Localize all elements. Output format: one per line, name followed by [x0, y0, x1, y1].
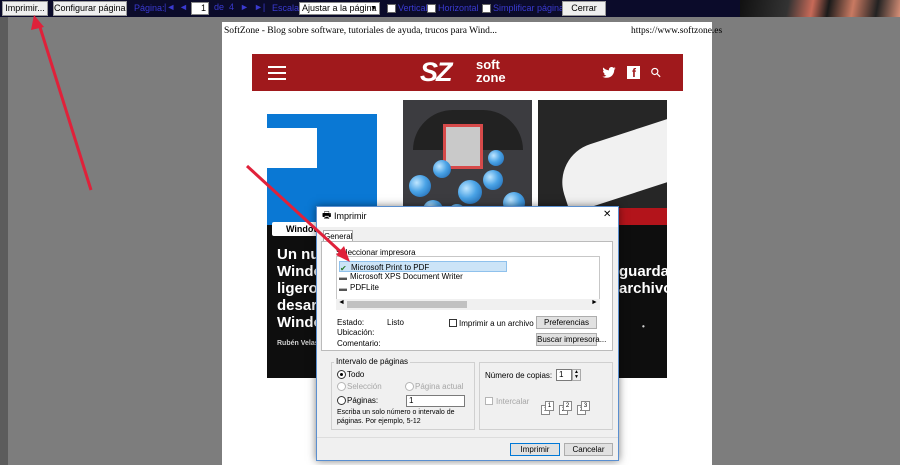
- printer-item-label: PDFLite: [350, 283, 379, 292]
- close-button[interactable]: Cerrar: [562, 1, 606, 16]
- dialog-print-button[interactable]: Imprimir: [510, 443, 560, 456]
- article-title-line-right[interactable]: archivo: [619, 280, 672, 297]
- pages-radio[interactable]: [337, 396, 346, 405]
- copies-input[interactable]: 1: [556, 369, 572, 381]
- vertical-checkbox[interactable]: [387, 4, 396, 13]
- collate-checkbox[interactable]: [485, 397, 493, 405]
- page-total: 4: [229, 2, 235, 12]
- page-number-input[interactable]: 1: [191, 2, 209, 15]
- dialog-cancel-button[interactable]: Cancelar: [564, 443, 613, 456]
- horizontal-label: Horizontal: [438, 3, 479, 13]
- facebook-glyph: f: [632, 66, 636, 80]
- ball-shape: [458, 180, 482, 204]
- simplify-page-checkbox[interactable]: [482, 4, 491, 13]
- carousel-dot[interactable]: •: [642, 322, 645, 331]
- last-page-icon[interactable]: ►|: [254, 2, 265, 12]
- status-label: Estado:: [337, 318, 365, 327]
- first-page-icon[interactable]: |◄: [164, 2, 175, 12]
- scrollbar-thumb[interactable]: [347, 301, 467, 308]
- vertical-label: Vertical: [398, 3, 428, 13]
- pages-hint-line1: Escriba un solo número o intervalo de: [337, 409, 455, 416]
- logo-mark: SZ: [420, 57, 452, 87]
- printer-icon: ▬: [339, 284, 347, 293]
- paper-shape: [551, 116, 667, 214]
- printer-item-label: Microsoft XPS Document Writer: [350, 272, 463, 281]
- background-artwork: [740, 0, 900, 17]
- scroll-left-icon[interactable]: ◄: [338, 299, 345, 306]
- preferences-button[interactable]: Preferencias: [536, 316, 597, 329]
- screen-shape: [443, 124, 483, 169]
- dialog-title: Imprimir: [334, 211, 367, 221]
- simplify-page-label: Simplificar página: [493, 3, 565, 13]
- collate-page-icon: 1: [545, 401, 554, 411]
- print-button[interactable]: Imprimir...: [2, 1, 48, 16]
- ball-shape: [488, 150, 504, 166]
- printer-item-xps-writer[interactable]: ▬ Microsoft XPS Document Writer: [339, 271, 463, 282]
- print-to-file-label: Imprimir a un archivo: [459, 319, 534, 328]
- scale-label: Escala:: [272, 3, 302, 13]
- pages-input[interactable]: 1: [406, 395, 465, 407]
- previous-page-icon[interactable]: ◄: [179, 2, 188, 12]
- page-header-title: SoftZone - Blog sobre software, tutorial…: [224, 26, 498, 36]
- twitter-icon: [602, 67, 616, 78]
- site-banner: [252, 54, 683, 91]
- scroll-right-icon[interactable]: ►: [591, 299, 598, 306]
- page-range-label: Intervalo de páginas: [334, 357, 411, 366]
- scale-select[interactable]: Ajustar a la página ▼: [299, 2, 380, 15]
- collate-page-icon: 2: [563, 401, 572, 411]
- scale-select-value: Ajustar a la página: [302, 3, 377, 13]
- arrowhead-icon: [31, 15, 44, 30]
- facebook-icon: f: [627, 66, 640, 80]
- all-pages-radio[interactable]: [337, 370, 346, 379]
- current-page-radio[interactable]: [405, 382, 414, 391]
- copies-stepper[interactable]: ▲ ▼: [572, 369, 581, 381]
- page-header-url: https://www.softzone.es: [631, 26, 723, 36]
- collate-page-icon: 3: [581, 401, 590, 411]
- print-to-file-checkbox[interactable]: [449, 319, 457, 327]
- ball-shape: [483, 170, 503, 190]
- horizontal-checkbox[interactable]: [427, 4, 436, 13]
- logo-zone: zone: [476, 70, 506, 85]
- selection-radio[interactable]: [337, 382, 346, 391]
- page-of-label: de: [214, 2, 225, 12]
- location-label: Ubicación:: [337, 328, 375, 337]
- menu-icon-bar: [268, 78, 286, 80]
- collate-label: Intercalar: [496, 397, 530, 406]
- copies-label: Número de copias:: [485, 371, 553, 380]
- close-icon[interactable]: ✕: [603, 209, 611, 220]
- menu-icon: [268, 66, 286, 68]
- menu-icon-bar: [268, 72, 286, 74]
- ball-shape: [409, 175, 431, 197]
- chevron-down-icon: ▼: [370, 5, 377, 12]
- selection-label: Selección: [347, 382, 382, 391]
- all-pages-label: Todo: [347, 370, 365, 379]
- current-page-label: Página actual: [415, 382, 464, 391]
- next-page-icon[interactable]: ►: [240, 2, 249, 12]
- pages-hint-line2: páginas. Por ejemplo, 5-12: [337, 418, 421, 425]
- article-author: Rubén Velas: [277, 340, 319, 347]
- ball-shape: [433, 160, 451, 178]
- pages-label: Páginas:: [347, 396, 379, 405]
- comment-label: Comentario:: [337, 339, 381, 348]
- arrow-to-print-button: [37, 23, 93, 191]
- left-shade: [0, 17, 8, 465]
- printer-icon: 🖶: [322, 210, 332, 221]
- page-label: Página:: [134, 3, 165, 13]
- windows-logo-gap: [267, 128, 317, 168]
- printer-item-pdflite[interactable]: ▬ PDFLite: [339, 282, 379, 293]
- article-title-line-right[interactable]: guarda: [619, 263, 669, 280]
- status-value: Listo: [387, 318, 404, 327]
- find-printer-button[interactable]: Buscar impresora...: [536, 333, 606, 346]
- page-setup-button[interactable]: Configurar página...: [53, 1, 127, 16]
